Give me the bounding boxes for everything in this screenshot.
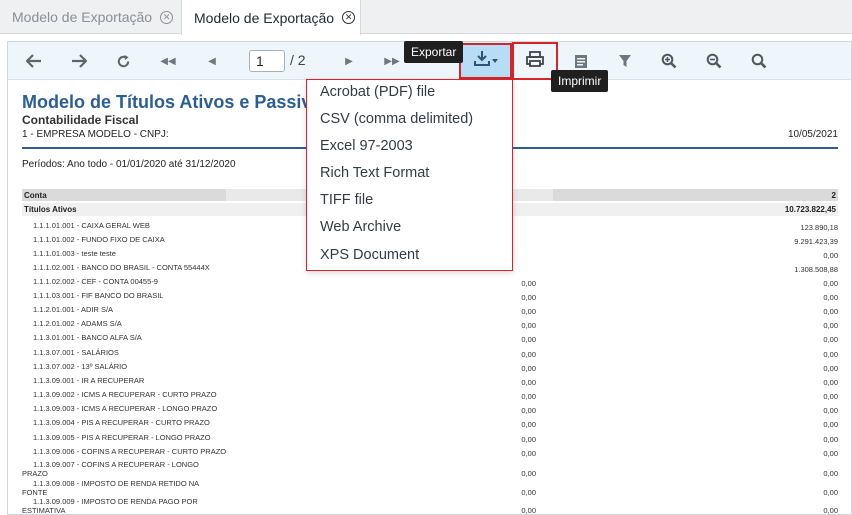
close-icon[interactable]: ✕ xyxy=(342,11,356,24)
prev-page-icon[interactable]: ◀ xyxy=(200,49,224,73)
report-company: 1 - EMPRESA MODELO - CNPJ: xyxy=(22,129,169,140)
export-tooltip: Exportar xyxy=(404,41,464,63)
report-date: 10/05/2021 xyxy=(787,129,838,140)
export-menu: Acrobat (PDF) file CSV (comma delimited)… xyxy=(306,79,513,271)
menu-item-xps[interactable]: XPS Document xyxy=(320,247,419,263)
menu-item-csv[interactable]: CSV (comma delimited) xyxy=(320,111,473,127)
group-total: 10.723.822,45 xyxy=(784,205,836,214)
zoom-out-icon[interactable] xyxy=(702,49,726,73)
refresh-icon[interactable] xyxy=(111,49,135,73)
menu-item-tiff[interactable]: TIFF file xyxy=(320,192,373,208)
header-period: 2 xyxy=(831,191,836,200)
group-label: Títulos Ativos xyxy=(24,205,77,214)
menu-item-web-archive[interactable]: Web Archive xyxy=(320,219,401,235)
last-page-icon[interactable]: ▶▶ xyxy=(380,49,404,73)
back-icon[interactable] xyxy=(22,49,46,73)
report-period: Períodos: Ano todo - 01/01/2020 até 31/1… xyxy=(22,159,236,170)
zoom-in-icon[interactable] xyxy=(657,49,681,73)
tab-label: Modelo de Exportação xyxy=(12,9,153,25)
header-account: Conta xyxy=(24,191,47,200)
search-icon[interactable] xyxy=(747,49,771,73)
report-subtitle: Contabilidade Fiscal xyxy=(22,113,139,127)
tab-modelo-exportacao-2[interactable]: Modelo de Exportação ✕ xyxy=(181,0,361,35)
tab-label: Modelo de Exportação xyxy=(194,9,335,26)
page-total: / 2 xyxy=(290,52,306,68)
export-button[interactable] xyxy=(459,43,512,79)
first-page-icon[interactable]: ◀◀ xyxy=(156,49,180,73)
next-page-icon[interactable]: ▶ xyxy=(337,49,361,73)
print-tooltip: Imprimir xyxy=(551,70,609,92)
tab-bar: Modelo de Exportação ✕ Modelo de Exporta… xyxy=(0,0,852,35)
menu-item-pdf[interactable]: Acrobat (PDF) file xyxy=(320,84,435,100)
report-title: Modelo de Títulos Ativos e Passivos xyxy=(22,92,333,112)
menu-item-excel[interactable]: Excel 97-2003 xyxy=(320,138,413,154)
export-icon xyxy=(473,50,499,73)
print-icon xyxy=(526,50,544,72)
menu-item-rtf[interactable]: Rich Text Format xyxy=(320,165,429,181)
tab-modelo-exportacao-1[interactable]: Modelo de Exportação ✕ xyxy=(0,0,178,34)
close-icon[interactable]: ✕ xyxy=(160,10,174,24)
filter-icon[interactable] xyxy=(613,49,637,73)
forward-icon[interactable] xyxy=(67,49,91,73)
page-number-input[interactable]: 1 xyxy=(249,50,285,72)
